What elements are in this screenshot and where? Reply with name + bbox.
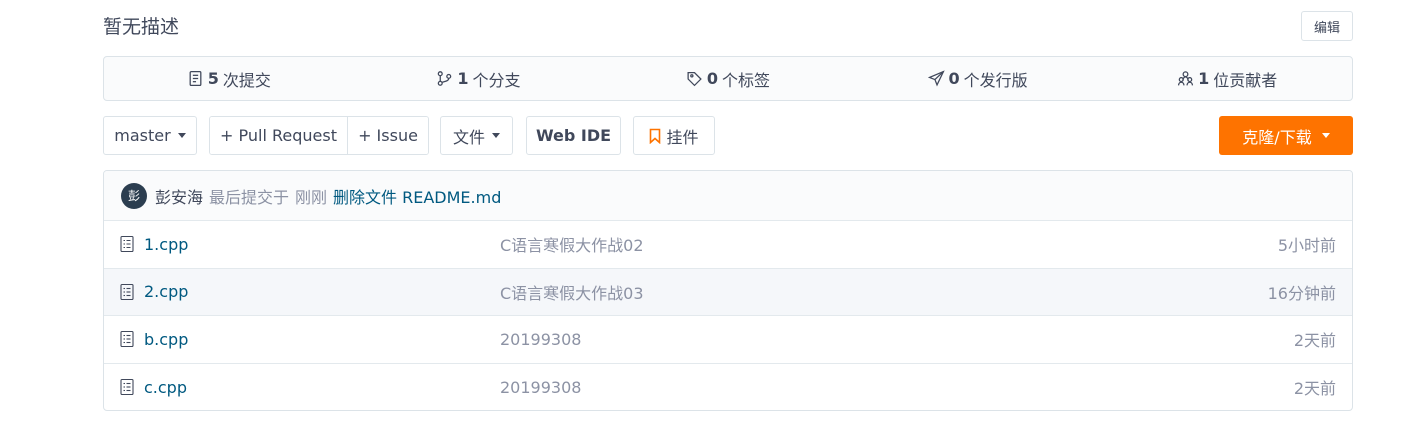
file-row[interactable]: b.cpp 20199308 2天前 — [104, 316, 1352, 364]
repo-description-row: 暂无描述 编辑 — [103, 10, 1353, 42]
files-menu-button[interactable]: 文件 — [440, 116, 513, 155]
clone-download-label: 克隆/下载 — [1242, 127, 1312, 147]
stat-contributors-label: 位贡献者 — [1213, 70, 1278, 90]
file-row[interactable]: 1.cpp C语言寒假大作战02 5小时前 — [104, 221, 1352, 269]
stat-contributors-count: 1 — [1198, 69, 1210, 88]
branch-select[interactable]: master — [103, 116, 197, 155]
repo-stats-bar: 5 次提交 1 个分支 0 个标签 0 个发行版 1 位贡献者 — [103, 56, 1353, 101]
stat-branches[interactable]: 1 个分支 — [354, 67, 604, 91]
repo-description: 暂无描述 — [103, 16, 180, 38]
commit-prefix: 最后提交于 — [209, 187, 290, 207]
widget-button-label: 挂件 — [666, 127, 699, 147]
new-issue-button[interactable]: + Issue — [347, 117, 428, 154]
new-pull-request-button[interactable]: + Pull Request — [210, 117, 347, 154]
stat-branches-count: 1 — [457, 69, 469, 88]
stat-releases-label: 个发行版 — [963, 70, 1028, 90]
chevron-down-icon — [492, 133, 500, 138]
file-commit-time: 2天前 — [1293, 331, 1336, 351]
file-name-link[interactable]: b.cpp — [144, 330, 188, 349]
file-icon — [120, 379, 134, 396]
avatar[interactable]: 彭 — [121, 182, 147, 209]
stat-commits-count: 5 — [207, 69, 219, 88]
commit-author[interactable]: 彭安海 — [155, 184, 203, 208]
file-name-link[interactable]: 2.cpp — [144, 282, 188, 301]
commit-message-link[interactable]: 删除文件 README.md — [333, 184, 501, 208]
chevron-down-icon — [1321, 133, 1330, 138]
clone-download-button[interactable]: 克隆/下载 — [1219, 116, 1353, 155]
web-ide-button[interactable]: Web IDE — [526, 116, 621, 155]
stat-contributors[interactable]: 1 位贡献者 — [1102, 67, 1352, 91]
tag-icon — [687, 72, 702, 87]
chevron-down-icon — [177, 133, 186, 138]
stat-commits-label: 次提交 — [222, 70, 271, 90]
file-commit-time: 2天前 — [1293, 379, 1336, 399]
stat-tags[interactable]: 0 个标签 — [603, 67, 853, 91]
branch-icon — [438, 71, 452, 86]
file-commit-message[interactable]: C语言寒假大作战03 — [500, 280, 644, 304]
repo-toolbar: master + Pull Request + Issue 文件 Web IDE… — [103, 116, 1353, 156]
stat-commits[interactable]: 5 次提交 — [104, 67, 354, 91]
pr-issue-group: + Pull Request + Issue — [209, 116, 429, 155]
file-name-link[interactable]: c.cpp — [144, 378, 187, 397]
file-icon — [120, 331, 134, 348]
file-name-link[interactable]: 1.cpp — [144, 235, 188, 254]
file-row[interactable]: 2.cpp C语言寒假大作战03 16分钟前 — [104, 268, 1352, 316]
file-commit-message[interactable]: 20199308 — [500, 378, 581, 397]
branch-select-label: master — [114, 126, 171, 145]
stat-releases[interactable]: 0 个发行版 — [853, 67, 1103, 91]
stat-releases-count: 0 — [948, 69, 960, 88]
stat-tags-label: 个标签 — [722, 70, 771, 90]
file-commit-message[interactable]: C语言寒假大作战02 — [500, 232, 644, 256]
last-commit-row: 彭 彭安海 最后提交于 刚刚 删除文件 README.md — [104, 171, 1352, 221]
stat-tags-count: 0 — [706, 69, 719, 88]
edit-description-button[interactable]: 编辑 — [1301, 11, 1353, 41]
file-commit-time: 5小时前 — [1277, 236, 1336, 256]
file-commit-time: 16分钟前 — [1267, 283, 1336, 303]
commit-time: 刚刚 — [295, 187, 328, 207]
files-menu-label: 文件 — [452, 127, 485, 147]
contributors-icon — [1178, 71, 1194, 86]
file-row[interactable]: c.cpp 20199308 2天前 — [104, 364, 1352, 411]
widget-button[interactable]: 挂件 — [633, 116, 715, 155]
file-commit-message[interactable]: 20199308 — [500, 330, 581, 349]
bookmark-icon — [650, 128, 661, 144]
stat-branches-label: 个分支 — [472, 70, 521, 90]
file-list: 彭 彭安海 最后提交于 刚刚 删除文件 README.md 1.cpp C语言寒… — [103, 170, 1353, 411]
file-icon — [120, 236, 134, 253]
release-icon — [927, 70, 945, 87]
commit-icon — [189, 70, 202, 87]
file-icon — [120, 283, 134, 300]
